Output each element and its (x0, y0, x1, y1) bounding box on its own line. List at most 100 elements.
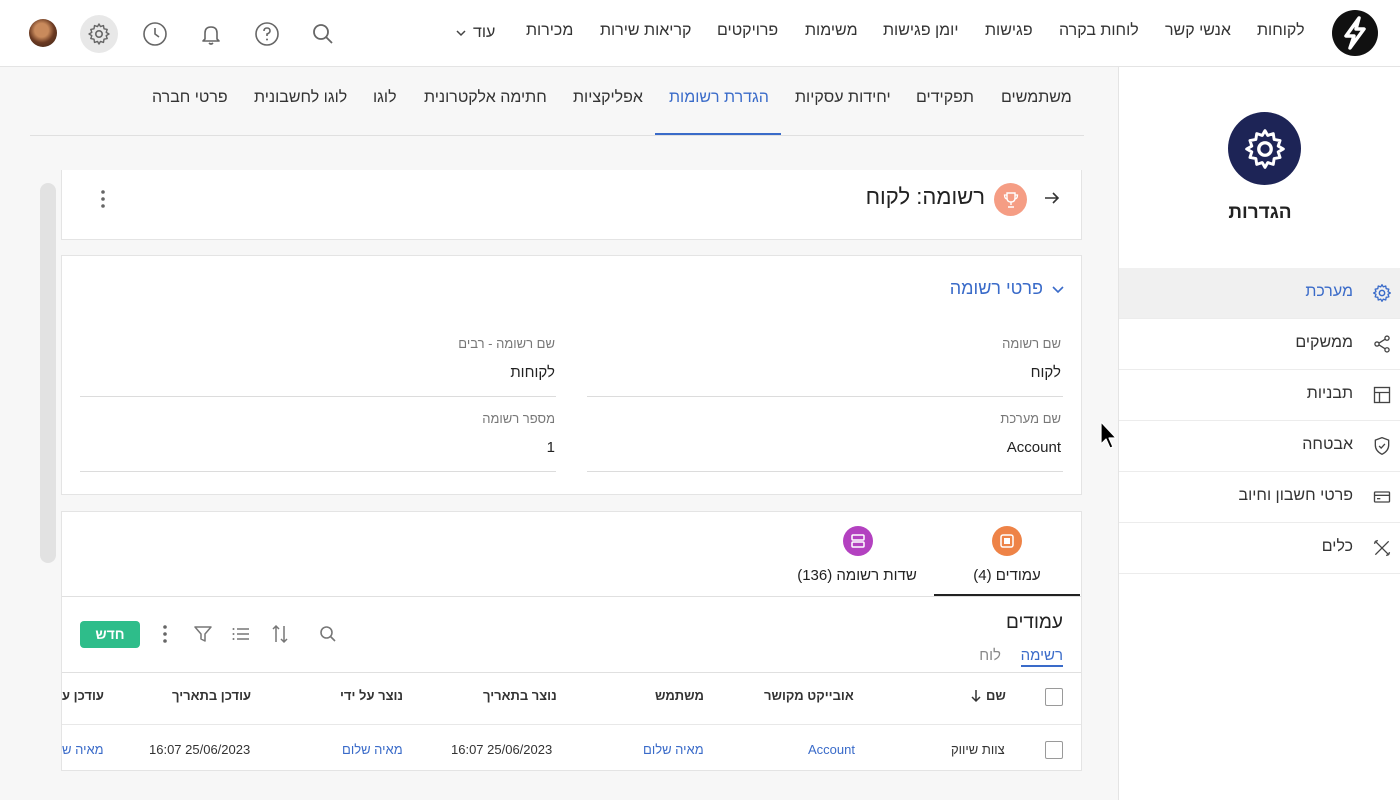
select-all-checkbox[interactable] (1045, 688, 1063, 706)
sidebar-item-tools[interactable]: כלים (1119, 523, 1400, 574)
row-updated-by[interactable]: מאיה ש (62, 742, 104, 757)
column-header-linked-object[interactable]: אובייקט מקושר (764, 688, 854, 703)
view-board-tab[interactable]: לוח (979, 647, 1001, 664)
subtab-columns-label: עמודים (4) (973, 567, 1041, 584)
sort-icon[interactable] (270, 623, 290, 645)
more-vertical-icon[interactable] (98, 188, 108, 210)
row-created-date: 16:07 25/06/2023 (451, 742, 553, 757)
record-title: רשומה: לקוח (865, 184, 985, 209)
user-avatar[interactable] (29, 19, 57, 47)
help-button[interactable] (249, 16, 285, 52)
tab-business-units[interactable]: יחידות עסקיות (795, 89, 891, 107)
trophy-badge (994, 183, 1027, 216)
subtab-record-fields[interactable]: שדות רשומה (136) (782, 512, 932, 597)
sidebar-item-label: ממשקים (1295, 334, 1353, 351)
row-name[interactable]: צוות שיווק (951, 742, 1005, 757)
arrow-right-icon[interactable] (1042, 188, 1062, 208)
app-logo[interactable] (1332, 10, 1378, 56)
record-name-value[interactable]: לקוח (1031, 364, 1061, 381)
column-header-name[interactable]: שם (970, 688, 1006, 703)
column-header-created-by[interactable]: נוצר על ידי (340, 688, 403, 703)
settings-badge (1228, 112, 1301, 185)
nav-tasks[interactable]: משימות (805, 22, 858, 40)
row-user[interactable]: מאיה שלום (643, 742, 704, 757)
tab-apps[interactable]: אפליקציות (573, 89, 643, 107)
credit-card-icon (1373, 491, 1391, 503)
row-linked-object[interactable]: Account (808, 742, 855, 757)
fields-badge (843, 526, 873, 556)
bolt-logo-icon (1344, 16, 1366, 50)
sidebar-item-label: תבניות (1306, 385, 1353, 402)
nav-more[interactable]: עוד (455, 22, 495, 44)
column-header-user[interactable]: משתמש (655, 688, 704, 703)
list-view-icon[interactable] (231, 624, 251, 644)
field-divider (80, 471, 556, 472)
bell-icon (202, 26, 220, 45)
details-section-title: פרטי רשומה (949, 278, 1043, 298)
nav-customers[interactable]: לקוחות (1257, 22, 1305, 40)
nav-sales[interactable]: מכירות (526, 22, 573, 40)
shield-icon (1374, 437, 1390, 455)
sidebar-item-integrations[interactable]: ממשקים (1119, 319, 1400, 370)
settings-button[interactable] (80, 15, 118, 53)
clock-icon (143, 22, 167, 46)
subtab-record-fields-label: שדות רשומה (136) (797, 567, 917, 584)
settings-sidebar: הגדרות מערכת ממשקים תבניות אבטחה פרטי חש… (1118, 67, 1400, 800)
tabs-divider (30, 135, 1084, 136)
tools-icon (1373, 539, 1391, 557)
more-vertical-icon[interactable] (160, 623, 170, 645)
nav-meetings[interactable]: פגישות (985, 22, 1033, 40)
details-section-toggle[interactable]: פרטי רשומה (950, 278, 1065, 299)
new-button[interactable]: חדש (80, 621, 140, 648)
sidebar-item-templates[interactable]: תבניות (1119, 370, 1400, 421)
record-header-card: רשומה: לקוח (61, 170, 1082, 240)
filter-icon[interactable] (193, 624, 213, 644)
column-header-label: שם (986, 688, 1006, 703)
help-icon (255, 22, 279, 46)
tab-users[interactable]: משתמשים (1001, 89, 1072, 107)
sidebar-item-system[interactable]: מערכת (1119, 268, 1400, 319)
chevron-down-icon (456, 30, 466, 37)
scrollbar-thumb[interactable] (40, 183, 56, 563)
sidebar-item-security[interactable]: אבטחה (1119, 421, 1400, 472)
mouse-cursor-icon (1100, 421, 1117, 449)
search-button[interactable] (305, 16, 341, 52)
gear-icon (1244, 128, 1285, 169)
record-number-value[interactable]: 1 (547, 439, 555, 456)
top-navigation-bar: לקוחות אנשי קשר לוחות בקרה פגישות יומן פ… (0, 0, 1400, 67)
search-icon (313, 24, 333, 44)
record-plural-value[interactable]: לקוחות (510, 364, 555, 381)
search-icon[interactable] (318, 624, 338, 644)
sidebar-item-label: פרטי חשבון וחיוב (1238, 487, 1353, 504)
column-header-created-date[interactable]: נוצר בתאריך (483, 688, 557, 703)
nav-more-label: עוד (473, 24, 496, 41)
tab-company-details[interactable]: פרטי חברה (152, 89, 228, 107)
record-number-label: מספר רשומה (482, 411, 555, 426)
nav-meeting-calendar[interactable]: יומן פגישות (883, 22, 958, 40)
nav-dashboards[interactable]: לוחות בקרה (1059, 22, 1139, 40)
row-checkbox[interactable] (1045, 741, 1063, 759)
nav-contacts[interactable]: אנשי קשר (1165, 22, 1231, 40)
column-header-updated-date[interactable]: עודכן בתאריך (172, 688, 251, 703)
trophy-icon (1003, 191, 1018, 208)
columns-badge (992, 526, 1022, 556)
history-button[interactable] (137, 16, 173, 52)
field-divider (80, 396, 556, 397)
nav-service-calls[interactable]: קריאות שירות (600, 22, 691, 40)
tab-roles[interactable]: תפקידים (916, 89, 974, 107)
system-name-value[interactable]: Account (1007, 439, 1061, 456)
view-list-tab[interactable]: רשימה (1020, 647, 1063, 667)
tab-record-settings[interactable]: הגדרת רשומות (669, 89, 769, 107)
notifications-button[interactable] (193, 16, 229, 52)
sidebar-item-label: מערכת (1305, 283, 1353, 300)
nav-projects[interactable]: פרויקטים (717, 22, 778, 40)
row-created-by[interactable]: מאיה שלום (342, 742, 403, 757)
row-updated-date: 16:07 25/06/2023 (149, 742, 251, 757)
column-header-updated-by[interactable]: עודכן ע (62, 688, 104, 703)
tab-e-signature[interactable]: חתימה אלקטרונית (424, 89, 547, 107)
sidebar-item-billing[interactable]: פרטי חשבון וחיוב (1119, 472, 1400, 523)
tab-invoice-logo[interactable]: לוגו לחשבונית (254, 89, 347, 107)
system-name-label: שם מערכת (1000, 411, 1061, 426)
tab-logo[interactable]: לוגו (373, 89, 397, 107)
subtab-columns[interactable]: עמודים (4) (934, 512, 1080, 597)
